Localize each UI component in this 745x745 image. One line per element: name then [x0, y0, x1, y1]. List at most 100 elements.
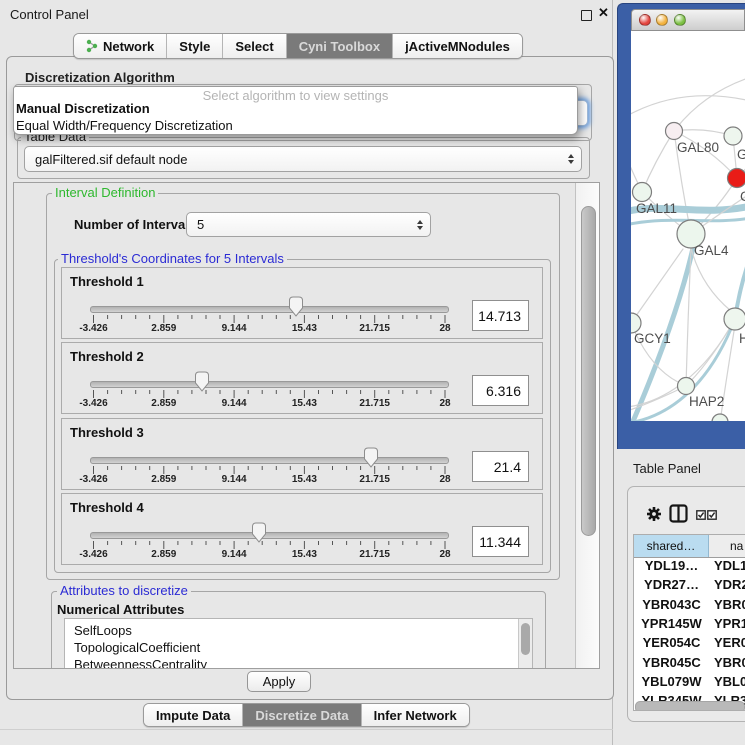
slider-thumb[interactable] — [288, 296, 304, 317]
table-header: shared…na — [634, 535, 745, 558]
network-edge — [686, 319, 735, 386]
minimize-light[interactable] — [656, 14, 668, 26]
split-column-icon[interactable] — [669, 504, 688, 523]
network-node-gcy1[interactable] — [631, 313, 641, 333]
gear-icon[interactable] — [646, 506, 662, 522]
network-node-h[interactable] — [724, 308, 745, 330]
slider-thumb[interactable] — [251, 522, 267, 543]
network-icon — [86, 39, 98, 53]
cell-name: YBR0 — [709, 597, 745, 616]
threshold-panel-1: Threshold 1-3.4262.8599.14415.4321.71528… — [61, 267, 543, 339]
attributes-scrollbar[interactable] — [518, 619, 532, 669]
threshold-value-field[interactable]: 11.344 — [472, 526, 529, 557]
network-node[interactable] — [712, 414, 728, 421]
close-icon[interactable]: ✕ — [598, 5, 609, 21]
table-panel-title: Table Panel — [633, 461, 701, 476]
network-edge — [674, 77, 745, 131]
threshold-value-field[interactable]: 6.316 — [472, 375, 529, 406]
tab-label: Impute Data — [156, 708, 230, 723]
panel-scrollbar[interactable] — [575, 183, 599, 668]
apply-button[interactable]: Apply — [247, 671, 311, 692]
table-data-value: galFiltered.sif default node — [35, 152, 187, 167]
threshold-panel-4: Threshold 4-3.4262.8599.14415.4321.71528… — [61, 493, 543, 565]
threshold-label: Threshold 4 — [70, 500, 144, 515]
attributes-group-title: Attributes to discretize — [57, 584, 191, 598]
network-node-c[interactable] — [728, 169, 745, 188]
threshold-label: Threshold 1 — [70, 274, 144, 289]
table-data-combobox[interactable]: galFiltered.sif default node — [24, 146, 582, 172]
table-row[interactable]: YER054CYER0 — [634, 635, 745, 654]
slider-track[interactable] — [90, 306, 449, 313]
slider-thumb[interactable] — [363, 447, 379, 468]
table-row[interactable]: YBR043CYBR0 — [634, 597, 745, 616]
threshold-value-field[interactable]: 14.713 — [472, 300, 529, 331]
number-of-intervals-value: 5 — [197, 217, 204, 232]
panel-scrollbar-thumb[interactable] — [581, 206, 596, 536]
cell-name: YBR0 — [709, 655, 745, 674]
slider-track[interactable] — [90, 381, 449, 388]
float-window-icon[interactable] — [581, 10, 592, 21]
numerical-attributes-label: Numerical Attributes — [57, 602, 184, 617]
algorithm-option-manual-discretization[interactable]: Manual Discretization — [16, 101, 150, 116]
attribute-item-selfloops[interactable]: SelfLoops — [65, 622, 532, 639]
algorithm-option-equal-width-frequency-discretization[interactable]: Equal Width/Frequency Discretization — [16, 118, 233, 133]
network-node-ga[interactable] — [724, 127, 742, 145]
algorithm-group-title: Discretization Algorithm — [22, 71, 178, 85]
tab-style[interactable]: Style — [166, 34, 222, 58]
tab-select[interactable]: Select — [222, 34, 285, 58]
table-row[interactable]: YBL079WYBL0 — [634, 674, 745, 693]
tab-network[interactable]: Network — [74, 34, 166, 58]
tab-impute-data[interactable]: Impute Data — [144, 704, 242, 726]
node-table: shared…na YDL19…YDL1YDR27…YDR2YBR043CYBR… — [633, 534, 745, 711]
table-row[interactable]: YPR145WYPR1 — [634, 616, 745, 635]
bottom-tab-strip: Impute Data Discretize Data Infer Network — [143, 703, 470, 727]
checkbox-checked-icon[interactable] — [707, 510, 717, 520]
control-panel-title: Control Panel — [10, 7, 89, 22]
tab-label: Select — [235, 39, 273, 54]
checkbox-checked-icon[interactable] — [696, 510, 706, 520]
threshold-panel-3: Threshold 3-3.4262.8599.14415.4321.71528… — [61, 418, 543, 490]
threshold-label: Threshold 3 — [70, 425, 144, 440]
tab-infer-network[interactable]: Infer Network — [361, 704, 469, 726]
tab-label: Cyni Toolbox — [299, 39, 380, 54]
attribute-item-betweennesscentrality[interactable]: BetweennessCentrality — [65, 656, 532, 669]
attributes-scrollbar-thumb[interactable] — [521, 623, 530, 655]
number-of-intervals-label: Number of Intervals — [74, 217, 196, 232]
close-light[interactable] — [639, 14, 651, 26]
node-label: GAL4 — [694, 243, 729, 258]
network-edge — [642, 131, 674, 192]
top-tab-strip: NetworkStyle Select Cyni Toolbox jActiveMNo… — [73, 33, 523, 59]
tab-jactivemnodules[interactable]: jActiveMNodules — [392, 34, 522, 58]
table-row[interactable]: YBR045CYBR0 — [634, 655, 745, 674]
algorithm-dropdown-popup: Select algorithm to view settings Manual… — [13, 86, 578, 135]
numerical-attributes-list[interactable]: SelfLoopsTopologicalCoefficientBetweenne… — [64, 618, 533, 669]
cell-name: YER0 — [709, 635, 745, 654]
network-canvas[interactable]: GAL80GACGAL11GAL4GCY1HHAP2 — [631, 31, 745, 421]
slider-thumb[interactable] — [194, 371, 210, 392]
table-row[interactable]: YDL19…YDL1 — [634, 558, 745, 577]
slider-track[interactable] — [90, 457, 449, 464]
table-row[interactable]: YDR27…YDR2 — [634, 577, 745, 596]
tab-discretize-data[interactable]: Discretize Data — [242, 704, 360, 726]
network-node-gal11[interactable] — [633, 183, 652, 202]
tab-cyni-toolbox[interactable]: Cyni Toolbox — [286, 34, 392, 58]
zoom-light[interactable] — [674, 14, 686, 26]
slider-ticks — [62, 541, 542, 551]
cell-name: YPR1 — [709, 616, 745, 635]
cell-name: YDL1 — [709, 558, 745, 577]
number-of-intervals-spinner[interactable]: 5 — [186, 212, 431, 237]
node-label: H — [739, 331, 745, 346]
network-node-hap2[interactable] — [678, 378, 695, 395]
network-window-titlebar[interactable] — [631, 9, 745, 31]
node-label: GA — [737, 147, 745, 162]
column-header-shared[interactable]: shared… — [634, 535, 709, 557]
attribute-item-topologicalcoefficient[interactable]: TopologicalCoefficient — [65, 639, 532, 656]
table-panel-box: shared…na YDL19…YDL1YDR27…YDR2YBR043CYBR… — [627, 486, 745, 722]
node-label: HAP2 — [689, 394, 724, 409]
threshold-value-field[interactable]: 21.4 — [472, 451, 529, 482]
table-hscrollbar-thumb[interactable] — [635, 701, 745, 711]
column-header-na[interactable]: na — [709, 535, 745, 557]
tab-label: Infer Network — [374, 708, 457, 723]
slider-track[interactable] — [90, 532, 449, 539]
network-node-gal80[interactable] — [666, 123, 683, 140]
